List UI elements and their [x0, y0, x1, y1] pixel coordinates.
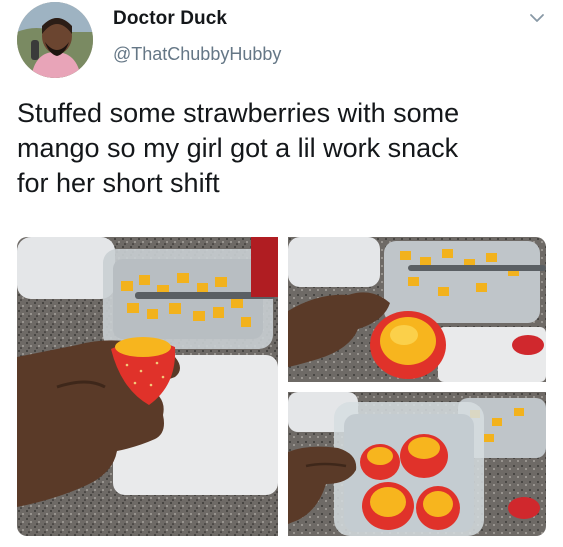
tweet-card: Doctor Duck @ThatChubbyHubby Stuffed som…	[0, 0, 563, 547]
user-handle[interactable]: @ThatChubbyHubby	[113, 44, 281, 65]
tweet-text-line: Stuffed some strawberries with some	[17, 98, 460, 128]
tweet-text: Stuffed some strawberries with some mang…	[17, 96, 557, 201]
avatar[interactable]	[17, 2, 93, 78]
photo-hand-holding-stuffed-strawberry[interactable]	[17, 237, 278, 536]
profile-photo-icon	[17, 2, 93, 78]
display-name[interactable]: Doctor Duck	[113, 8, 227, 30]
photo-container-of-stuffed-strawberries[interactable]	[288, 392, 546, 536]
chevron-down-icon[interactable]	[528, 9, 546, 27]
media-grid	[17, 237, 546, 536]
tweet-text-line: mango so my girl got a lil work snack	[17, 133, 459, 163]
tweet-text-line: for her short shift	[17, 168, 220, 198]
photo-closeup-stuffed-strawberry[interactable]	[288, 237, 546, 382]
